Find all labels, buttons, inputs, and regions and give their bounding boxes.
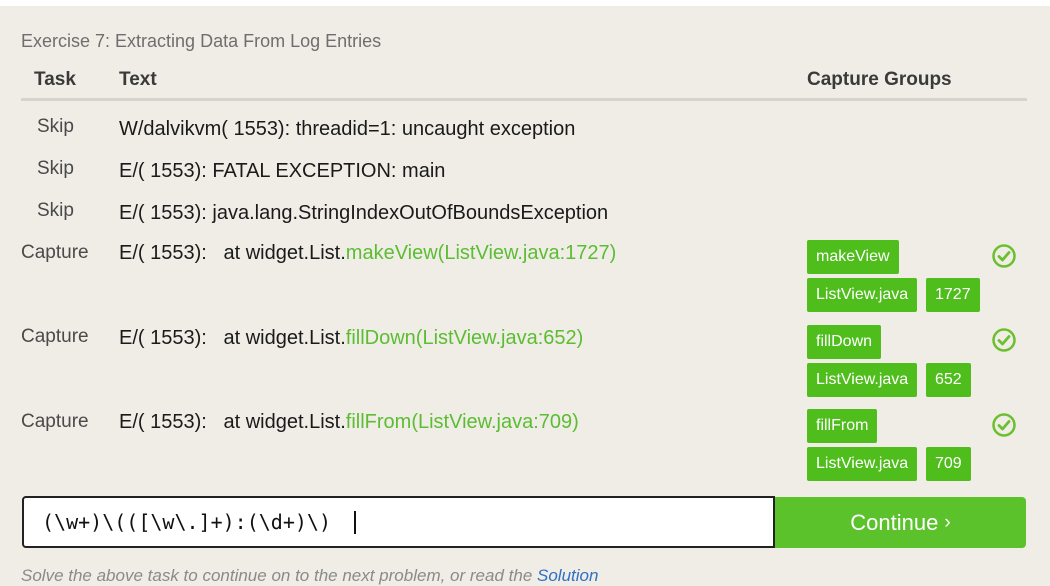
row-text-prefix: E/( 1553): at widget.List.: [119, 327, 346, 349]
header-task: Task: [34, 69, 76, 90]
capture-group-chip: fillDown: [807, 325, 882, 359]
solution-link[interactable]: Solution: [537, 566, 598, 585]
task-label-capture: Capture: [21, 411, 89, 432]
task-label-skip: Skip: [37, 158, 74, 179]
regex-input[interactable]: [22, 496, 775, 548]
row-text: E/( 1553): at widget.List.fillDown(ListV…: [119, 327, 583, 350]
row-text-match: fillDown(ListView.java:652): [345, 327, 584, 349]
row-text-prefix: E/( 1553): at widget.List.: [119, 411, 346, 433]
row-text: E/( 1553): java.lang.StringIndexOutOfBou…: [119, 202, 609, 224]
capture-group-chip: ListView.java: [807, 363, 918, 397]
footer-text: Solve the above task to continue on to t…: [21, 566, 537, 585]
task-label-skip: Skip: [37, 200, 74, 221]
chevron-right-icon: ›: [944, 511, 951, 533]
capture-group-chip: ListView.java: [807, 447, 918, 481]
header-capture-groups: Capture Groups: [807, 69, 952, 90]
capture-group-chip: 652: [926, 363, 971, 397]
capture-group-chip: ListView.java: [807, 278, 918, 312]
task-label-skip: Skip: [37, 116, 74, 137]
header-text: Text: [119, 69, 157, 90]
footer-hint: Solve the above task to continue on to t…: [21, 566, 598, 586]
check-circle-icon: [992, 413, 1016, 437]
continue-button[interactable]: Continue ›: [775, 497, 1026, 548]
row-text-match: makeView(ListView.java:1727): [345, 242, 617, 264]
task-label-capture: Capture: [21, 326, 89, 347]
row-text: E/( 1553): at widget.List.makeView(ListV…: [119, 242, 616, 265]
capture-group-chip: 709: [926, 447, 971, 481]
row-text-prefix: E/( 1553): at widget.List.: [119, 242, 346, 264]
task-label-capture: Capture: [21, 242, 89, 263]
check-circle-icon: [992, 244, 1016, 268]
row-text: W/dalvikvm( 1553): threadid=1: uncaught …: [119, 118, 576, 140]
row-text-match: fillFrom(ListView.java:709): [345, 411, 579, 433]
capture-group-chip: fillFrom: [807, 409, 878, 443]
check-circle-icon: [992, 328, 1016, 352]
top-strip: [0, 0, 1050, 6]
capture-group-chip: makeView: [807, 240, 899, 274]
text-caret: [354, 511, 356, 534]
row-text: E/( 1553): at widget.List.fillFrom(ListV…: [119, 411, 579, 434]
row-text: E/( 1553): FATAL EXCEPTION: main: [119, 160, 446, 182]
exercise-title: Exercise 7: Extracting Data From Log Ent…: [21, 31, 382, 51]
header-divider: [21, 98, 1027, 101]
continue-button-label: Continue: [850, 509, 939, 535]
capture-group-chip: 1727: [926, 278, 980, 312]
